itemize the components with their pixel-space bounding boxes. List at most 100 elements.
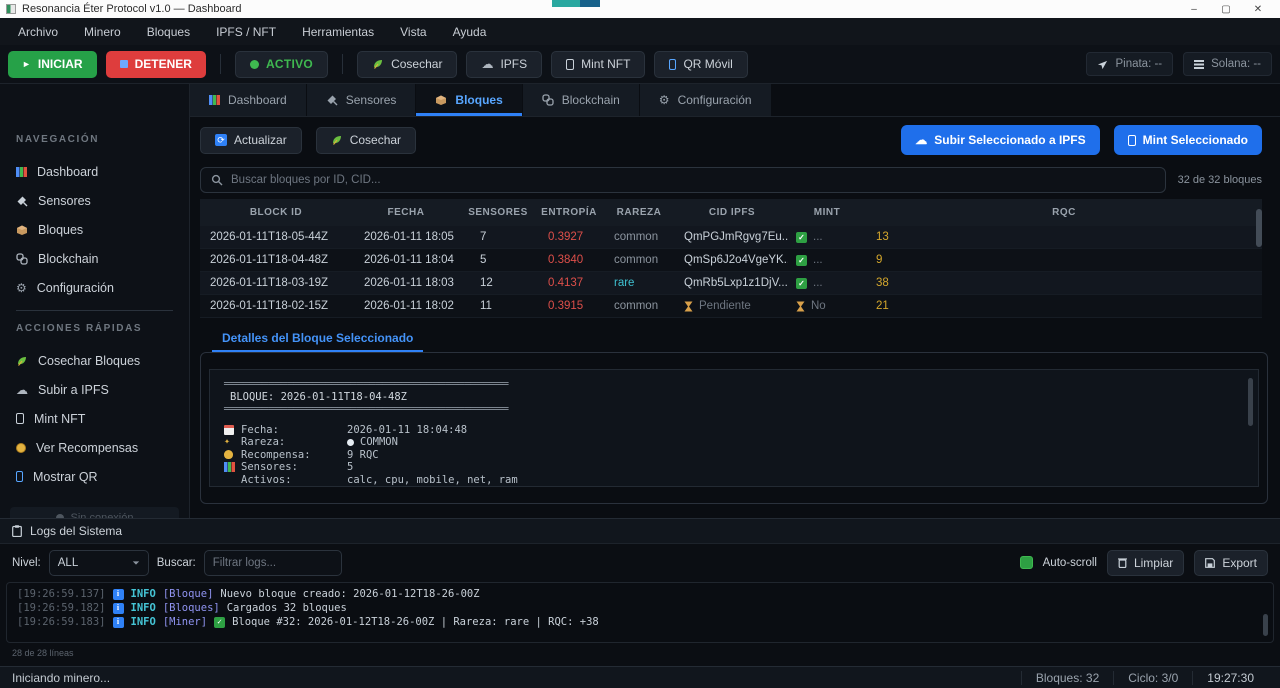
table-row[interactable]: 2026-01-11T18-05-44Z 2026-01-11 18:05 7 … <box>200 226 1262 249</box>
search-row: 32 de 32 bloques <box>190 163 1280 197</box>
phone-icon <box>669 59 676 70</box>
iniciar-button[interactable]: INICIAR <box>8 51 97 78</box>
qr-movil-button[interactable]: QR Móvil <box>654 51 747 78</box>
blocks-table: BLOCK ID FECHA SENSORES ENTROPÍA RAREZA … <box>200 199 1262 318</box>
menu-herramientas[interactable]: Herramientas <box>302 25 374 39</box>
pin-icon <box>1097 59 1108 70</box>
tab-dashboard[interactable]: Dashboard <box>190 84 307 116</box>
sidebar-action-mint-nft[interactable]: Mint NFT <box>0 404 189 433</box>
status-activo-badge: ACTIVO <box>235 51 328 78</box>
sidebar-item-sensores[interactable]: Sensores <box>0 186 189 215</box>
cosechar-button[interactable]: Cosechar <box>357 51 457 78</box>
search-box[interactable] <box>200 167 1166 193</box>
table-row[interactable]: 2026-01-11T18-04-48Z 2026-01-11 18:04 5 … <box>200 249 1262 272</box>
status-bloques: Bloques: 32 <box>1021 671 1113 685</box>
menu-ayuda[interactable]: Ayuda <box>453 25 487 39</box>
status-ciclo: Ciclo: 3/0 <box>1113 671 1192 685</box>
detener-button[interactable]: DETENER <box>106 51 206 78</box>
gear-icon <box>659 93 670 107</box>
details-scrollbar[interactable] <box>1248 378 1253 426</box>
table-row[interactable]: 2026-01-11T18-03-19Z 2026-01-11 18:03 12… <box>200 272 1262 295</box>
table-row[interactable]: 2026-01-11T18-02-15Z 2026-01-11 18:02 11… <box>200 295 1262 318</box>
sidebar-action-ver-recompensas[interactable]: Ver Recompensas <box>0 433 189 462</box>
autoscroll-checkbox[interactable] <box>1020 556 1033 569</box>
cosechar-blocks-button[interactable]: Cosechar <box>316 127 416 154</box>
col-sensores: SENSORES <box>460 207 536 218</box>
log-entry: [19:26:59.137] INFO [Bloque] Nuevo bloqu… <box>17 587 1263 601</box>
menu-vista[interactable]: Vista <box>400 25 426 39</box>
refresh-icon <box>215 134 227 146</box>
search-icon <box>211 174 223 186</box>
sidebar-divider <box>16 310 173 311</box>
details-rareza-value: COMMON <box>360 436 398 449</box>
trash-icon <box>1118 557 1127 568</box>
minted-check-icon <box>796 255 807 266</box>
maximize-button[interactable]: ▢ <box>1210 4 1242 15</box>
check-icon <box>214 617 225 628</box>
menu-archivo[interactable]: Archivo <box>18 25 58 39</box>
ipfs-button[interactable]: IPFS <box>466 51 542 78</box>
tab-bloques[interactable]: Bloques <box>416 84 522 116</box>
actualizar-button[interactable]: Actualizar <box>200 127 302 154</box>
autoscroll-label: Auto-scroll <box>1043 557 1097 569</box>
medal-icon <box>16 443 26 453</box>
logs-scrollbar[interactable] <box>1263 614 1268 636</box>
col-fecha: FECHA <box>352 207 460 218</box>
export-button[interactable]: Export <box>1194 550 1268 576</box>
details-fecha-value: 2026-01-11 18:04:48 <box>347 424 467 437</box>
phone-icon <box>16 471 23 482</box>
sidebar-item-bloques[interactable]: Bloques <box>0 215 189 244</box>
app-icon <box>6 4 16 14</box>
col-entropia: ENTROPÍA <box>536 207 602 218</box>
sidebar-item-blockchain[interactable]: Blockchain <box>0 244 189 273</box>
table-scrollbar[interactable] <box>1256 209 1262 247</box>
tab-configuracion[interactable]: Configuración <box>640 84 772 116</box>
box-icon <box>16 224 28 236</box>
details-panel: ════════════════════════════════════════… <box>200 352 1268 504</box>
menu-minero[interactable]: Minero <box>84 25 121 39</box>
tab-sensores[interactable]: Sensores <box>307 84 417 116</box>
search-input[interactable] <box>231 174 1155 186</box>
tabstrip: Dashboard Sensores Bloques Blockchain Co… <box>190 84 1280 117</box>
logs-section: Logs del Sistema Nivel: ALL Buscar: Auto… <box>0 518 1280 666</box>
mint-seleccionado-button[interactable]: Mint Seleccionado <box>1114 125 1262 155</box>
sidebar-action-subir-ipfs[interactable]: Subir a IPFS <box>0 375 189 404</box>
log-filter-box[interactable] <box>204 550 342 576</box>
titlebar-decoration <box>552 0 580 7</box>
minted-check-icon <box>796 278 807 289</box>
minimize-button[interactable]: – <box>1178 4 1210 15</box>
col-block-id: BLOCK ID <box>200 207 352 218</box>
menu-bloques[interactable]: Bloques <box>147 25 190 39</box>
mint-nft-button[interactable]: Mint NFT <box>551 51 645 78</box>
details-section: Detalles del Bloque Seleccionado ═══════… <box>200 328 1268 518</box>
sidebar-action-cosechar-bloques[interactable]: Cosechar Bloques <box>0 346 189 375</box>
sidebar-action-mostrar-qr[interactable]: Mostrar QR <box>0 462 189 491</box>
satellite-icon <box>326 94 338 106</box>
leaf-icon <box>372 58 384 70</box>
details-sensores-value: 5 <box>347 461 353 474</box>
chevron-down-icon <box>133 561 139 564</box>
menu-ipfs-nft[interactable]: IPFS / NFT <box>216 25 276 39</box>
leaf-icon <box>16 355 28 367</box>
chain-icon <box>542 94 554 106</box>
info-icon <box>113 589 124 600</box>
sidebar-item-configuracion[interactable]: Configuración <box>0 273 189 302</box>
status-clock: 19:27:30 <box>1192 671 1268 685</box>
limpiar-button[interactable]: Limpiar <box>1107 550 1184 576</box>
log-entry: [19:26:59.183] INFO [Miner] Bloque #32: … <box>17 615 1263 629</box>
hourglass-icon <box>796 301 805 312</box>
chart-icon <box>209 95 220 105</box>
titlebar: Resonancia Éter Protocol v1.0 — Dashboar… <box>0 0 1280 18</box>
subir-seleccionado-ipfs-button[interactable]: Subir Seleccionado a IPFS <box>901 125 1099 155</box>
block-count: 32 de 32 bloques <box>1178 174 1262 186</box>
nav-section-header: NAVEGACIÓN <box>0 134 189 145</box>
log-filter-input[interactable] <box>213 557 333 569</box>
chart-icon <box>224 462 235 472</box>
tab-blockchain[interactable]: Blockchain <box>523 84 640 116</box>
leaf-icon <box>331 134 343 146</box>
sidebar-item-dashboard[interactable]: Dashboard <box>0 157 189 186</box>
solana-icon <box>1194 60 1204 69</box>
log-level-select[interactable]: ALL <box>49 550 149 576</box>
table-header-row: BLOCK ID FECHA SENSORES ENTROPÍA RAREZA … <box>200 199 1262 226</box>
close-button[interactable]: ✕ <box>1242 4 1274 15</box>
